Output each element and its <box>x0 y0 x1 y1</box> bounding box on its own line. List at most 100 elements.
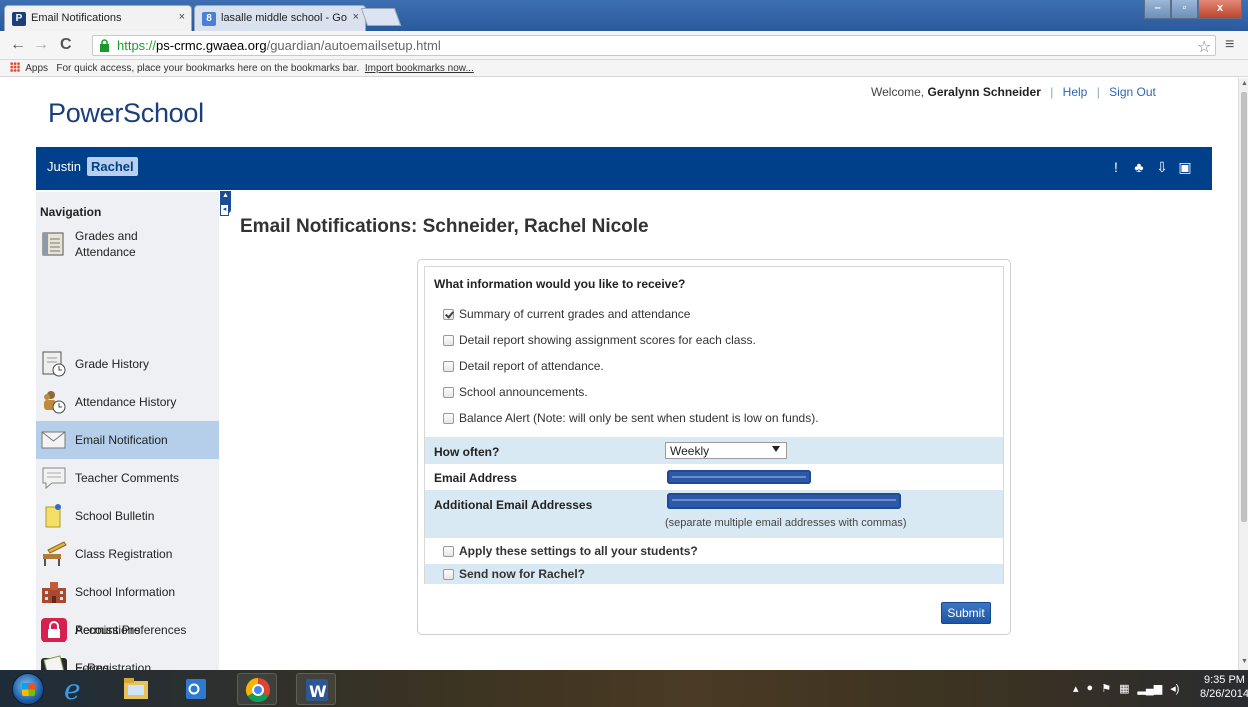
url-scheme: https:// <box>117 38 157 53</box>
checkbox[interactable] <box>443 334 454 346</box>
option-summary[interactable]: Summary of current grades and attendance <box>443 307 690 321</box>
new-tab-button[interactable] <box>360 8 402 26</box>
signal-icon[interactable]: ▂▄▆ <box>1137 682 1162 695</box>
nav-item-grades-attendance[interactable]: Grades and Attendance <box>36 224 219 264</box>
start-button[interactable] <box>12 673 44 705</box>
tab-close-icon[interactable]: × <box>179 11 185 23</box>
tray-expand-icon[interactable]: ▴ <box>1073 682 1079 695</box>
padlock-icon <box>40 616 68 644</box>
email-address-row: Email Address <box>425 464 1003 490</box>
reload-icon[interactable]: C <box>60 36 72 54</box>
separator: | <box>1050 85 1054 99</box>
checkbox[interactable] <box>443 360 454 372</box>
submit-button[interactable]: Submit <box>941 602 991 624</box>
welcome-bar: Welcome, Geralynn Schneider | Help | Sig… <box>871 85 1156 99</box>
nav-item-school-bulletin[interactable]: School Bulletin <box>36 497 219 535</box>
address-bar: ← → C https://ps-crmc.gwaea.org/guardian… <box>0 31 1248 60</box>
option-balance-alert[interactable]: Balance Alert (Note: will only be sent w… <box>443 411 819 425</box>
pencil-desk-icon <box>40 540 68 568</box>
nav-item-grade-history[interactable]: Grade History <box>36 345 219 383</box>
apps-link[interactable]: Apps <box>25 63 48 74</box>
email-address-field-redacted[interactable] <box>667 470 811 484</box>
option-announcements[interactable]: School announcements. <box>443 385 588 399</box>
option-label: Detail report showing assignment scores … <box>459 333 756 347</box>
checkbox[interactable] <box>443 386 454 398</box>
word-icon[interactable]: W <box>296 673 336 705</box>
nav-item-permissions[interactable]: Permissions <box>36 611 219 649</box>
nav-item-email-notification[interactable]: Email Notification <box>36 421 219 459</box>
print-icon[interactable]: ▣ <box>1178 159 1192 176</box>
apply-all-label: Apply these settings to all your student… <box>459 544 698 558</box>
scrollbar-thumb[interactable] <box>1241 92 1247 522</box>
internet-explorer-icon[interactable]: e <box>52 673 92 706</box>
additional-emails-field-redacted[interactable] <box>667 493 901 509</box>
checkbox-checked[interactable] <box>443 308 454 320</box>
checkbox[interactable] <box>443 545 454 557</box>
bookmark-star-icon[interactable]: ☆ <box>1197 37 1211 57</box>
checkbox[interactable] <box>443 568 454 580</box>
nav-item-school-information[interactable]: School Information <box>36 573 219 611</box>
import-bookmarks-link[interactable]: Import bookmarks now... <box>365 63 474 74</box>
file-explorer-icon[interactable] <box>116 673 156 705</box>
help-link[interactable]: Help <box>1063 85 1088 99</box>
apply-all-option[interactable]: Apply these settings to all your student… <box>443 544 698 558</box>
nav-label: Email Notification <box>75 433 168 447</box>
minimize-icon[interactable]: – <box>1144 0 1171 19</box>
outlook-icon[interactable] <box>176 673 216 705</box>
tab-lasalle-search[interactable]: 8 lasalle middle school - Go × <box>194 5 366 31</box>
window-close-icon[interactable]: x <box>1198 0 1242 19</box>
volume-icon[interactable]: ◂) <box>1170 682 1179 695</box>
collapse-sidebar-icon[interactable]: ◂ <box>220 204 229 216</box>
how-often-select[interactable]: Weekly <box>665 442 787 459</box>
page-scrollbar[interactable]: ▲ ▼ <box>1238 78 1248 670</box>
nav-item-class-registration[interactable]: Class Registration <box>36 535 219 573</box>
tray-app-icon[interactable]: ● <box>1087 682 1094 695</box>
send-now-option[interactable]: Send now for Rachel? <box>443 567 585 581</box>
taskbar-clock[interactable]: 9:35 PM 8/26/2014 <box>1200 673 1248 701</box>
lock-icon <box>100 39 109 52</box>
forward-icon[interactable]: → <box>33 36 49 54</box>
nav-label: School Bulletin <box>75 509 155 523</box>
refresh-icon[interactable]: ♣ <box>1132 159 1146 176</box>
option-attendance-report[interactable]: Detail report of attendance. <box>443 359 604 373</box>
url-input[interactable]: https://ps-crmc.gwaea.org/guardian/autoe… <box>92 35 1216 56</box>
welcome-text: Welcome, <box>871 85 925 99</box>
url-path: /guardian/autoemailsetup.html <box>266 38 441 53</box>
additional-emails-hint: (separate multiple email addresses with … <box>665 517 907 529</box>
nav-item-forms[interactable]: Forms <box>36 650 219 670</box>
back-icon[interactable]: ← <box>10 36 26 54</box>
browser-menu-icon[interactable]: ≡ <box>1225 36 1234 54</box>
action-center-flag-icon[interactable]: ⚑ <box>1101 682 1111 695</box>
network-icon[interactable]: ▦ <box>1119 682 1129 695</box>
powerschool-favicon-icon: P <box>12 12 26 26</box>
sign-out-link[interactable]: Sign Out <box>1109 85 1156 99</box>
chrome-icon[interactable] <box>237 673 277 705</box>
form-panel: What information would you like to recei… <box>424 266 1004 584</box>
option-label: School announcements. <box>459 385 588 399</box>
nav-item-attendance-history[interactable]: Attendance History <box>36 383 219 421</box>
checkbox[interactable] <box>443 412 454 424</box>
nav-label: Class Registration <box>75 547 173 561</box>
svg-text:W: W <box>309 682 327 701</box>
alert-icon[interactable]: ! <box>1109 159 1123 176</box>
nav-label: Grade History <box>75 357 150 371</box>
scroll-down-icon[interactable]: ▼ <box>1241 658 1248 665</box>
student-tab-rachel[interactable]: Rachel <box>87 157 138 176</box>
apps-grid-icon[interactable] <box>10 62 20 72</box>
maximize-icon[interactable]: ▫ <box>1171 0 1198 19</box>
how-often-row: How often? Weekly <box>425 437 1003 464</box>
option-assignment-scores[interactable]: Detail report showing assignment scores … <box>443 333 756 347</box>
separator: | <box>1096 85 1100 99</box>
tab-close-icon[interactable]: × <box>353 11 359 23</box>
user-name: Geralynn Schneider <box>927 85 1041 99</box>
nav-item-teacher-comments[interactable]: Teacher Comments <box>36 459 219 497</box>
attendance-history-icon <box>40 388 68 416</box>
tab-email-notifications[interactable]: P Email Notifications × <box>4 5 192 31</box>
student-tab-justin[interactable]: Justin <box>43 157 85 176</box>
email-settings-form: What information would you like to recei… <box>417 259 1011 635</box>
powerschool-logo[interactable]: PowerSchool <box>48 98 204 129</box>
download-icon[interactable]: ⇩ <box>1155 159 1169 176</box>
gradebook-icon <box>40 230 68 258</box>
scroll-up-icon[interactable]: ▲ <box>1241 80 1248 87</box>
how-often-label: How often? <box>434 445 500 459</box>
